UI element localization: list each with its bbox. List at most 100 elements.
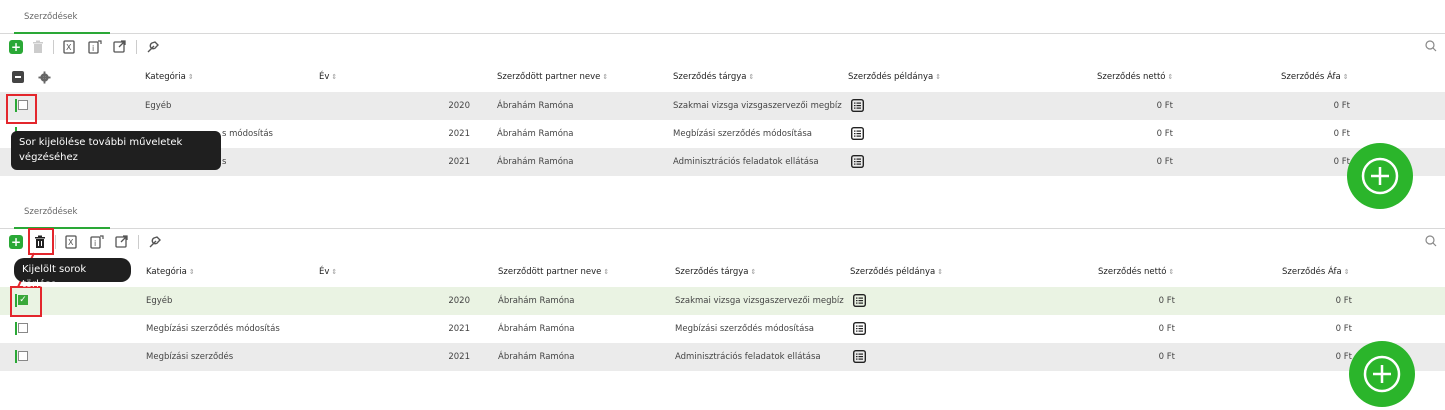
col-ev[interactable]: Év ⇕ (319, 267, 337, 277)
info-export-icon: i (90, 235, 104, 249)
document-list-icon[interactable] (852, 293, 867, 310)
col-ev[interactable]: Év ⇕ (319, 72, 337, 82)
document-list-icon[interactable] (852, 321, 867, 338)
highlight-box (6, 94, 37, 124)
table-row[interactable]: Egyéb 2020 Ábrahám Ramóna Szakmai vizsga… (0, 92, 1445, 120)
cell-afa: 0 Ft (1333, 101, 1350, 111)
col-partner[interactable]: Szerződött partner neve ⇕ (497, 72, 608, 82)
delete-button[interactable] (32, 40, 46, 54)
document-list-icon[interactable] (850, 154, 865, 171)
cell-ev: 2021 (448, 352, 470, 362)
cell-afa: 0 Ft (1335, 324, 1352, 334)
tab-bar: Szerződések (0, 0, 1445, 34)
cell-partner: Ábrahám Ramóna (497, 101, 574, 111)
cell-kategoria: Megbízási szerződés módosítás (146, 324, 280, 334)
cell-kategoria: Megbízási szerződés (146, 352, 234, 362)
cell-partner: Ábrahám Ramóna (498, 352, 575, 362)
cell-ev: 2020 (448, 296, 470, 306)
document-list-icon[interactable] (852, 349, 867, 366)
col-peldany[interactable]: Szerződés példánya ⇕ (848, 72, 941, 82)
cell-targy: Adminisztrációs feladatok ellátása (673, 157, 819, 167)
info-export-icon: i (88, 40, 102, 54)
export-info-button[interactable]: i (88, 40, 102, 54)
cell-kategoria: s (222, 157, 227, 167)
toolbar: + X i (0, 38, 1445, 58)
col-netto[interactable]: Szerződés nettó ⇕ (1098, 267, 1174, 277)
add-fab-button[interactable] (1349, 341, 1415, 407)
toolbar: + X i (0, 233, 1445, 253)
contracts-panel-top: Szerződések + X i Kategória ⇕ Év ⇕ Szerz… (0, 0, 1445, 209)
cell-partner: Ábrahám Ramóna (497, 129, 574, 139)
cell-ev: 2021 (448, 129, 470, 139)
document-list-icon[interactable] (850, 98, 865, 115)
tab-contracts[interactable]: Szerződések (14, 10, 110, 34)
cell-targy: Adminisztrációs feladatok ellátása (675, 352, 821, 362)
excel-export-icon: X (65, 235, 77, 249)
plus-circle-icon (1363, 355, 1401, 393)
add-button[interactable]: + (9, 40, 23, 54)
cell-kategoria: s módosítás (222, 129, 273, 139)
cell-afa: 0 Ft (1335, 296, 1352, 306)
col-targy[interactable]: Szerződés tárgya ⇕ (673, 72, 754, 82)
cell-kategoria: Egyéb (145, 101, 172, 111)
open-external-icon (113, 40, 126, 53)
row-checkbox[interactable] (18, 351, 28, 361)
add-button[interactable]: + (9, 235, 23, 249)
open-external-button[interactable] (115, 235, 129, 249)
export-excel-button[interactable]: X (63, 40, 77, 54)
col-peldany[interactable]: Szerződés példánya ⇕ (850, 267, 943, 277)
table-header: Kategória ⇕ Év ⇕ Szerződött partner neve ⇕ … (0, 263, 1445, 281)
document-list-icon[interactable] (850, 126, 865, 143)
wrench-icon (147, 41, 159, 53)
col-kategoria[interactable]: Kategória ⇕ (145, 72, 194, 82)
table-header: Kategória ⇕ Év ⇕ Szerződött partner neve ⇕ … (0, 68, 1445, 86)
svg-text:X: X (68, 238, 74, 247)
cell-targy: Megbízási szerződés módosítása (675, 324, 814, 334)
trash-icon (33, 40, 43, 53)
cell-targy: Megbízási szerződés módosítása (673, 129, 812, 139)
cell-partner: Ábrahám Ramóna (498, 296, 575, 306)
add-icon: + (10, 235, 22, 249)
col-afa[interactable]: Szerződés Áfa ⇕ (1281, 72, 1349, 82)
col-partner[interactable]: Szerződött partner neve ⇕ (498, 267, 609, 277)
tab-contracts[interactable]: Szerződések (14, 205, 110, 229)
cell-ev: 2021 (448, 157, 470, 167)
col-kategoria[interactable]: Kategória ⇕ (146, 267, 195, 277)
cell-afa: 0 Ft (1333, 157, 1350, 167)
cell-netto: 0 Ft (1158, 296, 1175, 306)
table-row[interactable]: ✓ Egyéb 2020 Ábrahám Ramóna Szakmai vizs… (0, 287, 1445, 315)
cell-afa: 0 Ft (1333, 129, 1350, 139)
select-all-toggle[interactable] (12, 71, 24, 83)
cell-afa: 0 Ft (1335, 352, 1352, 362)
export-info-button[interactable]: i (90, 235, 104, 249)
cell-partner: Ábrahám Ramóna (497, 157, 574, 167)
cell-netto: 0 Ft (1158, 324, 1175, 334)
table-row[interactable]: Megbízási szerződés módosítás 2021 Ábrah… (0, 315, 1445, 343)
tooltip: Sor kijelölése további műveletek végzésé… (11, 131, 221, 170)
table-row[interactable]: Megbízási szerződés 2021 Ábrahám Ramóna … (0, 343, 1445, 371)
settings-wrench-button[interactable] (148, 235, 162, 249)
svg-text:X: X (66, 43, 72, 52)
add-icon: + (10, 40, 22, 54)
settings-wrench-button[interactable] (146, 40, 160, 54)
cell-ev: 2021 (448, 324, 470, 334)
search-button[interactable] (1425, 40, 1439, 54)
search-button[interactable] (1425, 235, 1439, 249)
export-excel-button[interactable]: X (65, 235, 79, 249)
tab-label: Szerződések (24, 207, 78, 217)
col-afa[interactable]: Szerződés Áfa ⇕ (1282, 267, 1350, 277)
column-settings-button[interactable] (38, 71, 52, 85)
cell-targy: Szakmai vizsga vizsgaszervezői megbíz (675, 296, 844, 306)
row-checkbox[interactable] (18, 323, 28, 333)
svg-text:i: i (92, 44, 94, 53)
wrench-icon (149, 236, 161, 248)
open-external-button[interactable] (113, 40, 127, 54)
col-netto[interactable]: Szerződés nettó ⇕ (1097, 72, 1173, 82)
search-icon (1425, 235, 1437, 247)
minus-box-icon (15, 76, 21, 78)
col-targy[interactable]: Szerződés tárgya ⇕ (675, 267, 756, 277)
cell-netto: 0 Ft (1156, 101, 1173, 111)
tab-bar: Szerződések (0, 195, 1445, 229)
open-external-icon (115, 235, 128, 248)
cell-partner: Ábrahám Ramóna (498, 324, 575, 334)
